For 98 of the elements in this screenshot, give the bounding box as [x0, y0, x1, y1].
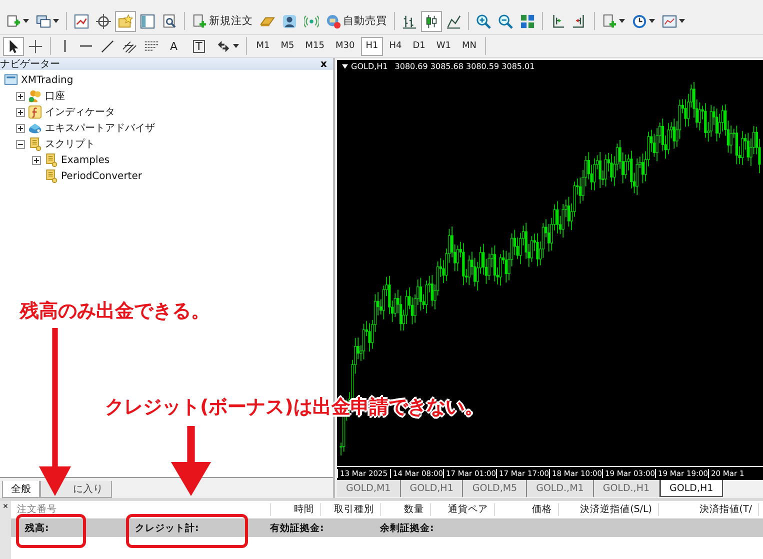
- column-header[interactable]: 時間: [271, 503, 321, 516]
- zoom-out-icon: [498, 14, 513, 28]
- column-header[interactable]: 通貨ペア: [431, 503, 495, 516]
- timeframe-button[interactable]: W1: [431, 36, 456, 56]
- timeframe-button[interactable]: H1: [360, 36, 384, 56]
- crosshair-icon: [28, 38, 43, 54]
- chart-tab[interactable]: GOLD.,M1: [527, 480, 594, 497]
- auto-scroll-icon: [572, 14, 587, 28]
- person-icon: [282, 14, 297, 28]
- balance-label: 有効証拠金:: [270, 522, 325, 534]
- windows-icon: [36, 14, 51, 28]
- caret-icon: [53, 19, 59, 23]
- expand-toggle[interactable]: [16, 108, 25, 116]
- caret-icon: [679, 19, 685, 23]
- new-order-button[interactable]: 新規注文: [189, 10, 256, 32]
- column-header[interactable]: 決済指値(T/: [659, 503, 759, 516]
- graduation-cap-icon: [28, 121, 42, 135]
- caret-icon: [23, 19, 29, 23]
- highlight-box: [16, 514, 86, 548]
- ohlc-values: 3080.69 3085.68 3080.59 3085.01: [394, 62, 535, 70]
- column-header[interactable]: 決済逆指値(S/L): [559, 503, 659, 516]
- panel-icon: [140, 14, 155, 28]
- close-button[interactable]: ×: [2, 501, 8, 511]
- candlestick-icon: [424, 14, 439, 28]
- navigator-tab[interactable]: 全般: [2, 481, 40, 498]
- folder-star-icon: [118, 14, 133, 28]
- chart-tab[interactable]: GOLD,H1: [660, 480, 724, 497]
- collapse-toggle[interactable]: [16, 140, 25, 148]
- cursor-button[interactable]: [3, 36, 24, 56]
- people-icon: [28, 89, 42, 103]
- magnifier-document-icon: [162, 14, 177, 28]
- chart-window-icon: [74, 14, 89, 28]
- chart-template-icon: [662, 14, 677, 28]
- tree-item[interactable]: Examples: [61, 154, 110, 166]
- zoom-in-icon: [476, 14, 491, 28]
- timeframe-button[interactable]: M1: [251, 36, 275, 56]
- timeframe-button[interactable]: M30: [330, 36, 360, 56]
- arrows-icon: [216, 38, 232, 54]
- crosshair-icon: [96, 14, 111, 28]
- expand-toggle[interactable]: [16, 124, 25, 132]
- dropdown-triangle-icon: [342, 64, 348, 68]
- column-header[interactable]: 注文番号: [11, 503, 271, 516]
- timeframe-button[interactable]: M5: [276, 36, 300, 56]
- chart-tab[interactable]: GOLD,M5: [463, 480, 528, 497]
- diagonal-line-icon: [100, 38, 115, 54]
- timeframe-button[interactable]: MN: [456, 36, 482, 56]
- navigator-tab[interactable]: に入り: [40, 481, 112, 498]
- scroll-icon: [44, 153, 58, 167]
- expand-toggle[interactable]: [16, 92, 25, 100]
- signal-waves-icon: [304, 14, 319, 28]
- document-plus-icon: [6, 14, 21, 28]
- chart-title: GOLD,H1: [351, 62, 388, 70]
- balance-label: 余剰証拠金:: [380, 522, 435, 534]
- caret-icon: [649, 19, 655, 23]
- text-tool-button[interactable]: A: [163, 36, 185, 56]
- balance-label: クレジット計:: [135, 522, 200, 534]
- annotation-text: 残高のみ出金できる。: [20, 299, 210, 324]
- line-chart-icon: [446, 14, 461, 28]
- auto-trading-button[interactable]: 自動売買: [323, 10, 390, 32]
- candlestick-button[interactable]: [421, 10, 442, 32]
- clock-icon: [632, 14, 647, 28]
- parallel-lines-icon: [122, 38, 137, 54]
- caret-icon: [619, 19, 625, 23]
- caret-icon: [233, 44, 240, 48]
- down-arrow: [170, 426, 212, 496]
- scroll-icon: [28, 137, 42, 151]
- chart-tab[interactable]: GOLD,M1: [337, 480, 401, 497]
- tree-item[interactable]: スクリプト: [45, 137, 95, 151]
- navigator-title: ナビゲーター: [0, 58, 60, 71]
- horizontal-levels-icon: [144, 38, 159, 54]
- document-plus-icon: [602, 14, 617, 28]
- function-box-icon: [28, 105, 42, 119]
- balance-label: 残高:: [24, 522, 50, 534]
- bars-icon: [402, 14, 417, 28]
- column-header[interactable]: 数量: [381, 503, 431, 516]
- document-plus-icon: [192, 14, 207, 28]
- tiles-icon: [520, 14, 535, 28]
- text-label-button[interactable]: T: [186, 36, 212, 56]
- timeframe-button[interactable]: H4: [384, 36, 407, 56]
- robot-icon: [326, 14, 341, 28]
- horizontal-line-icon: [80, 45, 92, 47]
- column-header[interactable]: 取引種別: [321, 503, 381, 516]
- timeframe-button[interactable]: M15: [300, 36, 330, 56]
- tree-item[interactable]: エキスパートアドバイザ: [45, 121, 155, 135]
- monitor-icon: [4, 73, 18, 87]
- tree-item[interactable]: 口座: [45, 89, 65, 103]
- vertical-line-icon: [64, 40, 66, 52]
- chart-tab[interactable]: GOLD.,H1: [594, 480, 660, 497]
- column-header[interactable]: 価格: [495, 503, 559, 516]
- tree-item[interactable]: PeriodConverter: [61, 170, 142, 182]
- scroll-icon: [44, 169, 58, 183]
- tree-item[interactable]: インディケータ: [45, 105, 115, 119]
- tree-item[interactable]: XMTrading: [21, 74, 74, 86]
- timeframe-button[interactable]: D1: [408, 36, 430, 56]
- chart-shift-icon: [550, 14, 565, 28]
- expand-toggle[interactable]: [32, 156, 41, 164]
- close-button[interactable]: x: [318, 58, 329, 70]
- chart-tab[interactable]: GOLD,H1: [400, 480, 464, 497]
